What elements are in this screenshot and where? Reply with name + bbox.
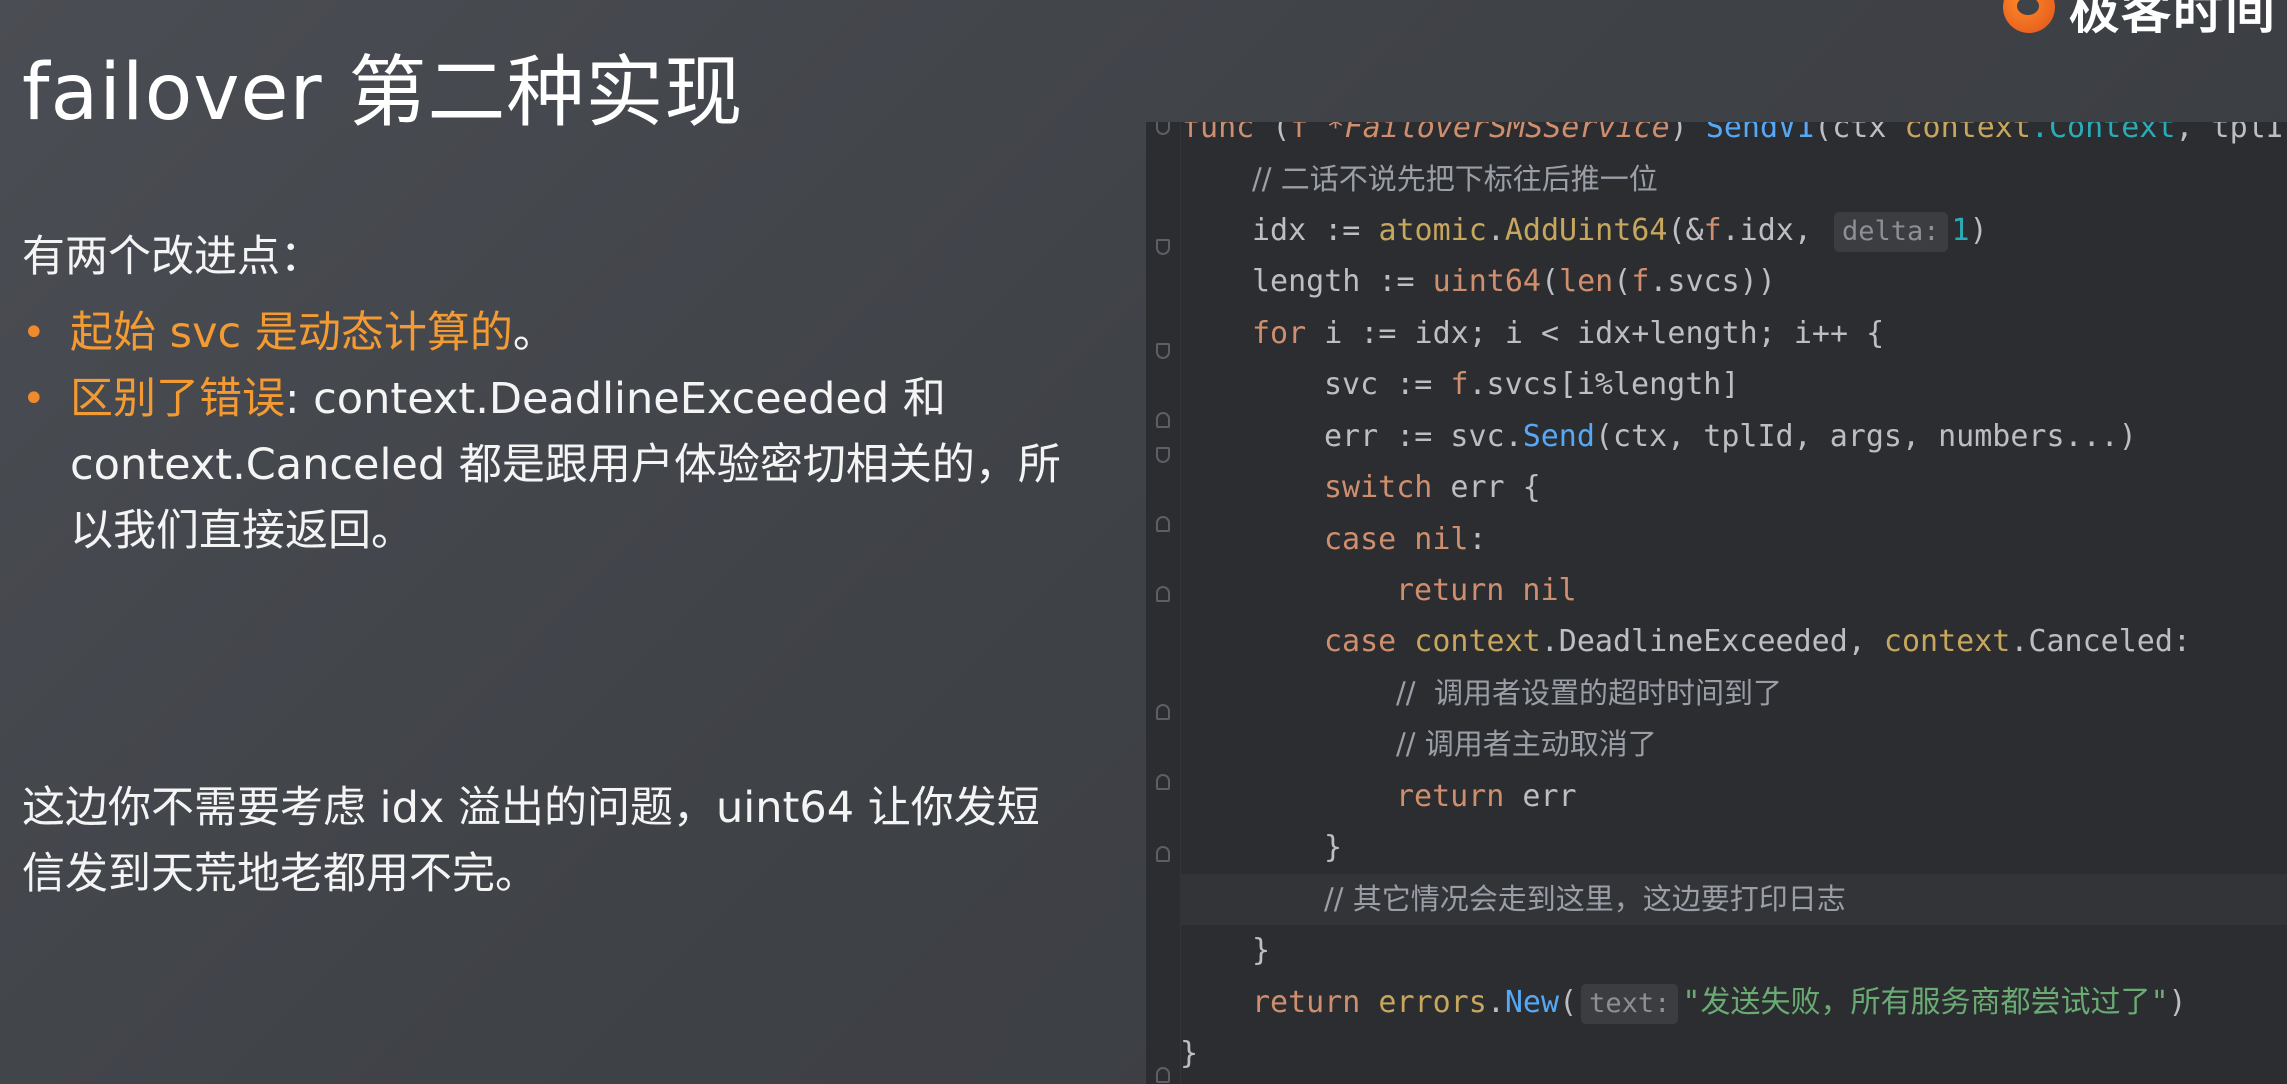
overflow-note: 这边你不需要考虑 idx 溢出的问题，uint64 让你发短信发到天荒地老都用不… bbox=[22, 783, 1040, 899]
code-line: // 调用者主动取消了 bbox=[1180, 719, 2287, 770]
slide-title: failover 第二种实现 bbox=[22, 48, 744, 138]
fold-icon[interactable] bbox=[1156, 122, 1170, 135]
improvement-highlight: 起始 svc 是动态计算的 bbox=[70, 308, 513, 358]
code-comment: // 其它情况会走到这里，这边要打印日志 bbox=[1324, 882, 1846, 916]
code-line: case nil: bbox=[1324, 522, 1487, 557]
brand-logo: 极客时间 bbox=[2003, 0, 2277, 40]
code-line: switch err { bbox=[1324, 470, 1541, 505]
improvement-item: 起始 svc 是动态计算的。 bbox=[22, 300, 1102, 366]
improvement-text: 。 bbox=[512, 308, 556, 358]
fold-end-icon[interactable] bbox=[1156, 774, 1170, 790]
code-comment: // 调用者设置的超时时间到了 bbox=[1396, 676, 1782, 710]
code-line: length := uint64(len(f.svcs)) bbox=[1252, 264, 1776, 299]
code-line: return errors.New(text: "发送失败，所有服务商都尝试过了"… bbox=[1180, 977, 2287, 1028]
code-line: func (f *FailoverSMSService) SendV1(ctx … bbox=[1182, 122, 2284, 145]
code-line: svc := f.svcs[i%length] bbox=[1324, 367, 1740, 402]
fold-end-icon[interactable] bbox=[1156, 846, 1170, 862]
code-line: case context.DeadlineExceeded, context.C… bbox=[1324, 624, 2191, 659]
editor-gutter bbox=[1146, 122, 1181, 1084]
code-line: // 二话不说先把下标往后推一位 bbox=[1180, 154, 2287, 205]
code-line: return err bbox=[1396, 779, 1577, 814]
logo-text: 极客时间 bbox=[2069, 0, 2277, 40]
logo-icon bbox=[2003, 0, 2055, 33]
inlay-hint: text: bbox=[1581, 984, 1679, 1024]
improvement-list: 起始 svc 是动态计算的。 区别了错误: context.DeadlineEx… bbox=[22, 300, 1102, 564]
fold-icon[interactable] bbox=[1156, 343, 1170, 359]
improvement-item: 区别了错误: context.DeadlineExceeded 和 contex… bbox=[22, 366, 1102, 564]
code-comment: // 二话不说先把下标往后推一位 bbox=[1252, 162, 1658, 196]
fold-icon[interactable] bbox=[1156, 447, 1170, 463]
code-line: return nil bbox=[1396, 573, 1577, 608]
code-line-current: // 其它情况会走到这里，这边要打印日志 bbox=[1180, 874, 2287, 925]
inlay-hint: delta: bbox=[1834, 212, 1948, 252]
code-line: for i := idx; i < idx+length; i++ { bbox=[1252, 316, 1885, 351]
fold-end-icon[interactable] bbox=[1156, 586, 1170, 602]
code-line: err := svc.Send(ctx, tplId, args, number… bbox=[1324, 419, 2137, 454]
code-line: } bbox=[1180, 1036, 1199, 1071]
fold-icon[interactable] bbox=[1156, 239, 1170, 255]
improvement-highlight: 区别了错误 bbox=[70, 374, 285, 424]
improvements-section: 有两个改进点： 起始 svc 是动态计算的。 区别了错误: context.De… bbox=[22, 222, 1102, 564]
code-comment: // 调用者主动取消了 bbox=[1396, 727, 1657, 761]
fold-end-icon[interactable] bbox=[1156, 704, 1170, 720]
code-line: } bbox=[1252, 933, 1271, 968]
code-editor: func (f *FailoverSMSService) SendV1(ctx … bbox=[1146, 122, 2287, 1084]
fold-end-icon[interactable] bbox=[1156, 412, 1170, 428]
code-line: // 调用者设置的超时时间到了 bbox=[1180, 668, 2287, 719]
intro-text: 有两个改进点： bbox=[22, 232, 323, 282]
code-line: idx := atomic.AddUint64(&f.idx, delta: 1) bbox=[1180, 205, 2287, 256]
code-line: } bbox=[1324, 830, 1343, 865]
fold-end-icon[interactable] bbox=[1156, 1067, 1170, 1083]
fold-end-icon[interactable] bbox=[1156, 516, 1170, 532]
